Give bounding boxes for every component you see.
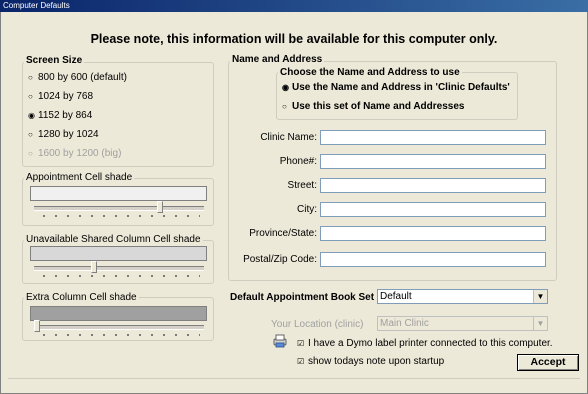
screen-size-option-label: 800 by 600 (default) (38, 72, 127, 83)
location-value: Main Clinic (380, 318, 429, 329)
window-title: Computer Defaults (3, 1, 70, 10)
chevron-down-icon[interactable]: ▼ (533, 317, 547, 330)
radio-icon[interactable]: ○ (28, 73, 35, 82)
dymo-label: I have a Dymo label printer connected to… (308, 338, 553, 349)
checkbox-icon[interactable]: ☑ (297, 339, 305, 348)
checkbox-icon[interactable]: ☑ (297, 357, 305, 366)
radio-icon[interactable]: ◉ (282, 83, 289, 92)
address-source-option[interactable]: ◉ Use the Name and Address in 'Clinic Def… (282, 82, 510, 93)
city-label: City: (297, 204, 317, 215)
screen-size-title: Screen Size (24, 55, 85, 66)
phone-label: Phone#: (279, 156, 317, 167)
address-source-option[interactable]: ○ Use this set of Name and Addresses (282, 101, 464, 112)
book-set-value: Default (380, 291, 412, 302)
screen-size-option-label: 1600 by 1200 (big) (38, 148, 122, 159)
screen-size-option-label: 1280 by 1024 (38, 129, 99, 140)
radio-icon[interactable]: ○ (282, 102, 289, 111)
chevron-down-icon[interactable]: ▼ (533, 290, 547, 303)
extra-column-shade-title: Extra Column Cell shade (24, 292, 139, 303)
radio-icon[interactable]: ○ (28, 92, 35, 101)
unavailable-shade-slider[interactable] (34, 261, 204, 279)
radio-icon[interactable]: ◉ (28, 111, 35, 120)
book-set-label: Default Appointment Book Set (230, 292, 375, 303)
location-label: Your Location (clinic) (271, 319, 364, 330)
location-select[interactable]: Main Clinic ▼ (377, 316, 548, 331)
dymo-checkbox[interactable]: ☑ I have a Dymo label printer connected t… (297, 338, 553, 349)
appointment-shade-slider[interactable] (34, 201, 204, 219)
todays-note-checkbox[interactable]: ☑ show todays note upon startup (297, 356, 444, 367)
screen-size-option: ○ 1600 by 1200 (big) (28, 148, 121, 159)
postal-zip-code-field[interactable] (320, 252, 546, 267)
printer-icon (273, 334, 287, 348)
slider-thumb[interactable] (91, 261, 97, 273)
choose-address-title: Choose the Name and Address to use (278, 67, 462, 78)
screen-size-option-label: 1024 by 768 (38, 91, 94, 102)
province-state-field[interactable] (320, 226, 546, 241)
window-titlebar: Computer Defaults (0, 0, 588, 12)
screen-size-option[interactable]: ○ 1024 by 768 (28, 91, 93, 102)
choose-address-group (276, 72, 518, 120)
slider-thumb[interactable] (34, 320, 40, 332)
screen-size-option[interactable]: ◉ 1152 by 864 (28, 110, 92, 121)
todays-note-label: show todays note upon startup (308, 356, 445, 367)
address-source-option-label: Use the Name and Address in 'Clinic Defa… (292, 82, 510, 93)
notice-text: Please note, this information will be av… (90, 32, 498, 46)
screen-size-option[interactable]: ○ 800 by 600 (default) (28, 72, 127, 83)
name-address-title: Name and Address (230, 54, 325, 65)
city-field[interactable] (320, 202, 546, 217)
province-state-label: Province/State: (249, 228, 317, 239)
clinic-name-label: Clinic Name: (260, 132, 317, 143)
extra-column-shade-slider[interactable] (34, 320, 204, 338)
radio-icon[interactable]: ○ (28, 130, 35, 139)
street-label: Street: (287, 180, 317, 191)
unavailable-shade-title: Unavailable Shared Column Cell shade (24, 234, 203, 245)
slider-thumb[interactable] (157, 201, 163, 213)
street-field[interactable] (320, 178, 546, 193)
screen-size-option-label: 1152 by 864 (38, 110, 93, 121)
address-source-option-label: Use this set of Name and Addresses (292, 101, 465, 112)
extra-column-shade-swatch (30, 306, 207, 321)
postal-zip-code-label: Postal/Zip Code: (243, 254, 317, 265)
book-set-select[interactable]: Default ▼ (377, 289, 548, 304)
appointment-shade-swatch (30, 186, 207, 201)
screen-size-option[interactable]: ○ 1280 by 1024 (28, 129, 99, 140)
unavailable-shade-swatch (30, 246, 207, 261)
phone-field[interactable] (320, 154, 546, 169)
clinic-name-field[interactable] (320, 130, 546, 145)
appointment-shade-title: Appointment Cell shade (24, 172, 135, 183)
radio-icon[interactable]: ○ (28, 149, 35, 158)
status-bar (8, 378, 580, 391)
accept-button[interactable]: Accept (517, 354, 579, 371)
